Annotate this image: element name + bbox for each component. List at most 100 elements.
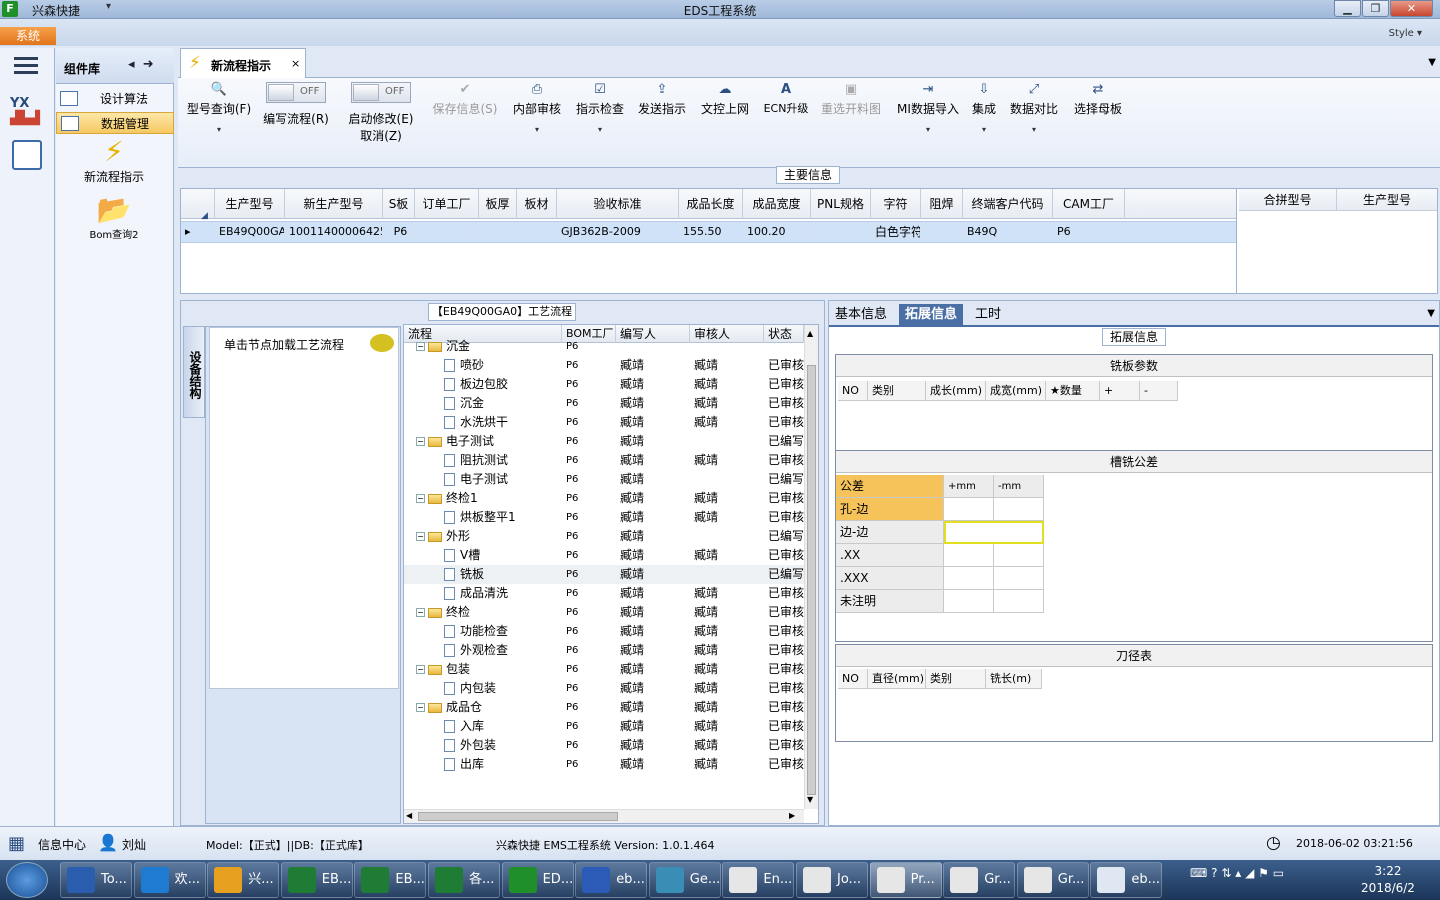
display-icon[interactable]: ▭ bbox=[1273, 866, 1284, 880]
new-flow-guide-item[interactable]: ⚡ 新流程指示 bbox=[74, 136, 154, 185]
tree-row[interactable]: − 电子测试 P6 臧靖 已编写 bbox=[404, 432, 804, 451]
taskbar-item[interactable]: Gr... bbox=[943, 862, 1016, 898]
taskbar-item[interactable]: eb... bbox=[575, 862, 648, 898]
ecn-upgrade-button[interactable]: A ECN升级 bbox=[760, 82, 812, 162]
doc-upload-button[interactable]: ☁ 文控上网 bbox=[696, 82, 754, 162]
taskbar-item[interactable]: En... bbox=[722, 862, 795, 898]
reselect-cut-button[interactable]: ▣ 重选开料图 bbox=[818, 82, 884, 162]
column-header[interactable]: 字符 bbox=[871, 189, 921, 219]
column-header[interactable]: S板 bbox=[383, 189, 415, 219]
column-header[interactable]: PNL规格 bbox=[811, 189, 871, 219]
flag-icon[interactable]: ⚑ bbox=[1258, 866, 1269, 880]
minus-tolerance-cell[interactable] bbox=[994, 590, 1044, 613]
column-header[interactable]: 类别 bbox=[868, 381, 926, 401]
tree-row[interactable]: 外观检查 P6 臧靖 臧靖 已审核 bbox=[404, 641, 804, 660]
table-cell[interactable]: 100.20 bbox=[743, 222, 811, 242]
taskbar-item[interactable]: 兴... bbox=[207, 862, 280, 898]
calculator-icon[interactable] bbox=[12, 140, 42, 170]
integrate-button[interactable]: ⇩ 集成 ▾ bbox=[968, 82, 1000, 162]
scroll-right-icon[interactable]: ▶ bbox=[789, 811, 795, 820]
table-cell[interactable]: 155.50 bbox=[679, 222, 743, 242]
send-guide-button[interactable]: ⇪ 发送指示 bbox=[634, 82, 690, 162]
edit-flow-toggle[interactable]: OFF 编写流程(R) bbox=[258, 82, 334, 162]
column-header[interactable]: 成品长度 bbox=[679, 189, 743, 219]
bom-query-item[interactable]: 📂 Bom查询2 bbox=[74, 194, 154, 242]
plus-tolerance-cell[interactable] bbox=[944, 544, 994, 567]
table-cell[interactable]: EB49Q00GA0 bbox=[215, 222, 285, 242]
table-cell[interactable]: P6 bbox=[383, 222, 415, 242]
tree-row[interactable]: − 成品仓 P6 臧靖 臧靖 已审核 bbox=[404, 698, 804, 717]
tree-row[interactable]: 出库 P6 臧靖 臧靖 已审核 bbox=[404, 755, 804, 774]
keyboard-icon[interactable]: ⌨ bbox=[1190, 866, 1207, 880]
collapse-icon[interactable]: − bbox=[416, 703, 425, 712]
nav-item-design-algorithm[interactable]: 设计算法 bbox=[56, 88, 174, 110]
help-icon[interactable]: ? bbox=[1211, 866, 1217, 880]
scroll-thumb[interactable] bbox=[418, 812, 618, 821]
minus-tolerance-cell[interactable] bbox=[994, 498, 1044, 521]
tree-row[interactable]: 外包装 P6 臧靖 臧靖 已审核 bbox=[404, 736, 804, 755]
table-cell[interactable]: GJB362B-2009 bbox=[557, 222, 679, 242]
table-cell[interactable]: 10011400006425 bbox=[285, 222, 383, 242]
data-compare-button[interactable]: ⤢ 数据对比 ▾ bbox=[1006, 82, 1062, 162]
tree-row[interactable]: 水洗烘干 P6 臧靖 臧靖 已审核 bbox=[404, 413, 804, 432]
guide-check-button[interactable]: ☑ 指示检查 ▾ bbox=[572, 82, 628, 162]
table-cell[interactable] bbox=[415, 222, 479, 242]
minimize-button[interactable]: ▁ bbox=[1334, 0, 1361, 17]
equipment-structure-tab[interactable]: 设备结构 bbox=[183, 326, 205, 418]
taskbar-clock[interactable]: 3:22 2018/6/2 bbox=[1352, 863, 1424, 897]
network-icon[interactable]: ⇅ bbox=[1221, 866, 1231, 880]
scroll-left-icon[interactable]: ◀ bbox=[406, 811, 412, 820]
tree-row[interactable]: 成品清洗 P6 臧靖 臧靖 已审核 bbox=[404, 584, 804, 603]
taskbar-item[interactable]: EB... bbox=[354, 862, 427, 898]
node-list[interactable]: 单击节点加载工艺流程 bbox=[209, 327, 399, 689]
column-header[interactable]: 新生产型号 bbox=[285, 189, 383, 219]
tab-new-flow-guide[interactable]: ⚡ 新流程指示 × bbox=[180, 48, 306, 79]
column-header[interactable]: 成品宽度 bbox=[743, 189, 811, 219]
select-mother-board-button[interactable]: ⇄ 选择母板 bbox=[1070, 82, 1126, 162]
taskbar-item[interactable]: ED... bbox=[501, 862, 574, 898]
tab-basic-info[interactable]: 基本信息 bbox=[829, 304, 893, 326]
taskbar-item[interactable]: eb... bbox=[1090, 862, 1163, 898]
tree-row[interactable]: − 包装 P6 臧靖 臧靖 已审核 bbox=[404, 660, 804, 679]
tab-work-hours[interactable]: 工时 bbox=[969, 304, 1007, 326]
edit-flow-switch[interactable]: OFF bbox=[266, 82, 326, 103]
tab-close-icon[interactable]: × bbox=[291, 57, 300, 70]
tabs-dropdown-icon[interactable]: ▼ bbox=[1427, 308, 1435, 319]
tree-row[interactable]: V槽 P6 臧靖 臧靖 已审核 bbox=[404, 546, 804, 565]
table-cell[interactable] bbox=[811, 222, 871, 242]
column-header[interactable]: 成宽(mm) bbox=[986, 381, 1046, 401]
tree-row[interactable]: 铣板 P6 臧靖 已编写 bbox=[404, 565, 804, 584]
factory-logo-icon[interactable]: YX ▟▙▟ bbox=[10, 96, 44, 130]
column-header[interactable]: 成长(mm) bbox=[926, 381, 986, 401]
model-query-button[interactable]: 🔍 型号查询(F) ▾ bbox=[184, 82, 254, 162]
table-cell[interactable] bbox=[517, 222, 557, 242]
column-header[interactable]: 直径(mm) bbox=[868, 669, 926, 689]
collapse-icon[interactable]: − bbox=[416, 608, 425, 617]
plus-tolerance-cell[interactable] bbox=[944, 590, 994, 613]
scroll-down-icon[interactable]: ▼ bbox=[807, 795, 813, 804]
column-header[interactable]: 生产型号 bbox=[215, 189, 285, 219]
collapse-icon[interactable]: − bbox=[416, 437, 425, 446]
table-cell[interactable]: B49Q bbox=[963, 222, 1053, 242]
system-tab[interactable]: 系统 bbox=[0, 27, 56, 45]
tree-row[interactable]: 板边包胶 P6 臧靖 臧靖 已审核 bbox=[404, 375, 804, 394]
add-row-button[interactable]: + bbox=[1100, 381, 1140, 401]
plus-tolerance-cell[interactable] bbox=[944, 521, 1044, 544]
table-cell[interactable] bbox=[479, 222, 517, 242]
column-header[interactable]: 阻焊 bbox=[921, 189, 963, 219]
column-header[interactable]: NO bbox=[838, 669, 868, 689]
taskbar-item[interactable]: EB... bbox=[280, 862, 353, 898]
taskbar-item[interactable]: Gr... bbox=[1016, 862, 1089, 898]
tree-row[interactable]: − 沉金 P6 bbox=[404, 337, 804, 356]
tab-list-dropdown-icon[interactable]: ▼ bbox=[1428, 57, 1436, 68]
start-modify-toggle[interactable]: OFF 启动修改(E) 取消(Z) bbox=[344, 82, 418, 162]
tree-row[interactable]: − 终检 P6 臧靖 臧靖 已审核 bbox=[404, 603, 804, 622]
tree-row[interactable]: 电子测试 P6 臧靖 已编写 bbox=[404, 470, 804, 489]
close-button[interactable]: ✕ bbox=[1390, 0, 1433, 17]
side-column-header[interactable]: 生产型号 bbox=[1337, 189, 1437, 211]
tree-row[interactable]: − 终检1 P6 臧靖 臧靖 已审核 bbox=[404, 489, 804, 508]
horizontal-scrollbar[interactable]: ◀ ▶ bbox=[404, 809, 804, 823]
collapse-arrows-icon[interactable]: ◂ ➜ bbox=[128, 57, 154, 72]
column-header[interactable]: 铣长(m) bbox=[986, 669, 1042, 689]
tree-row[interactable]: 内包装 P6 臧靖 臧靖 已审核 bbox=[404, 679, 804, 698]
